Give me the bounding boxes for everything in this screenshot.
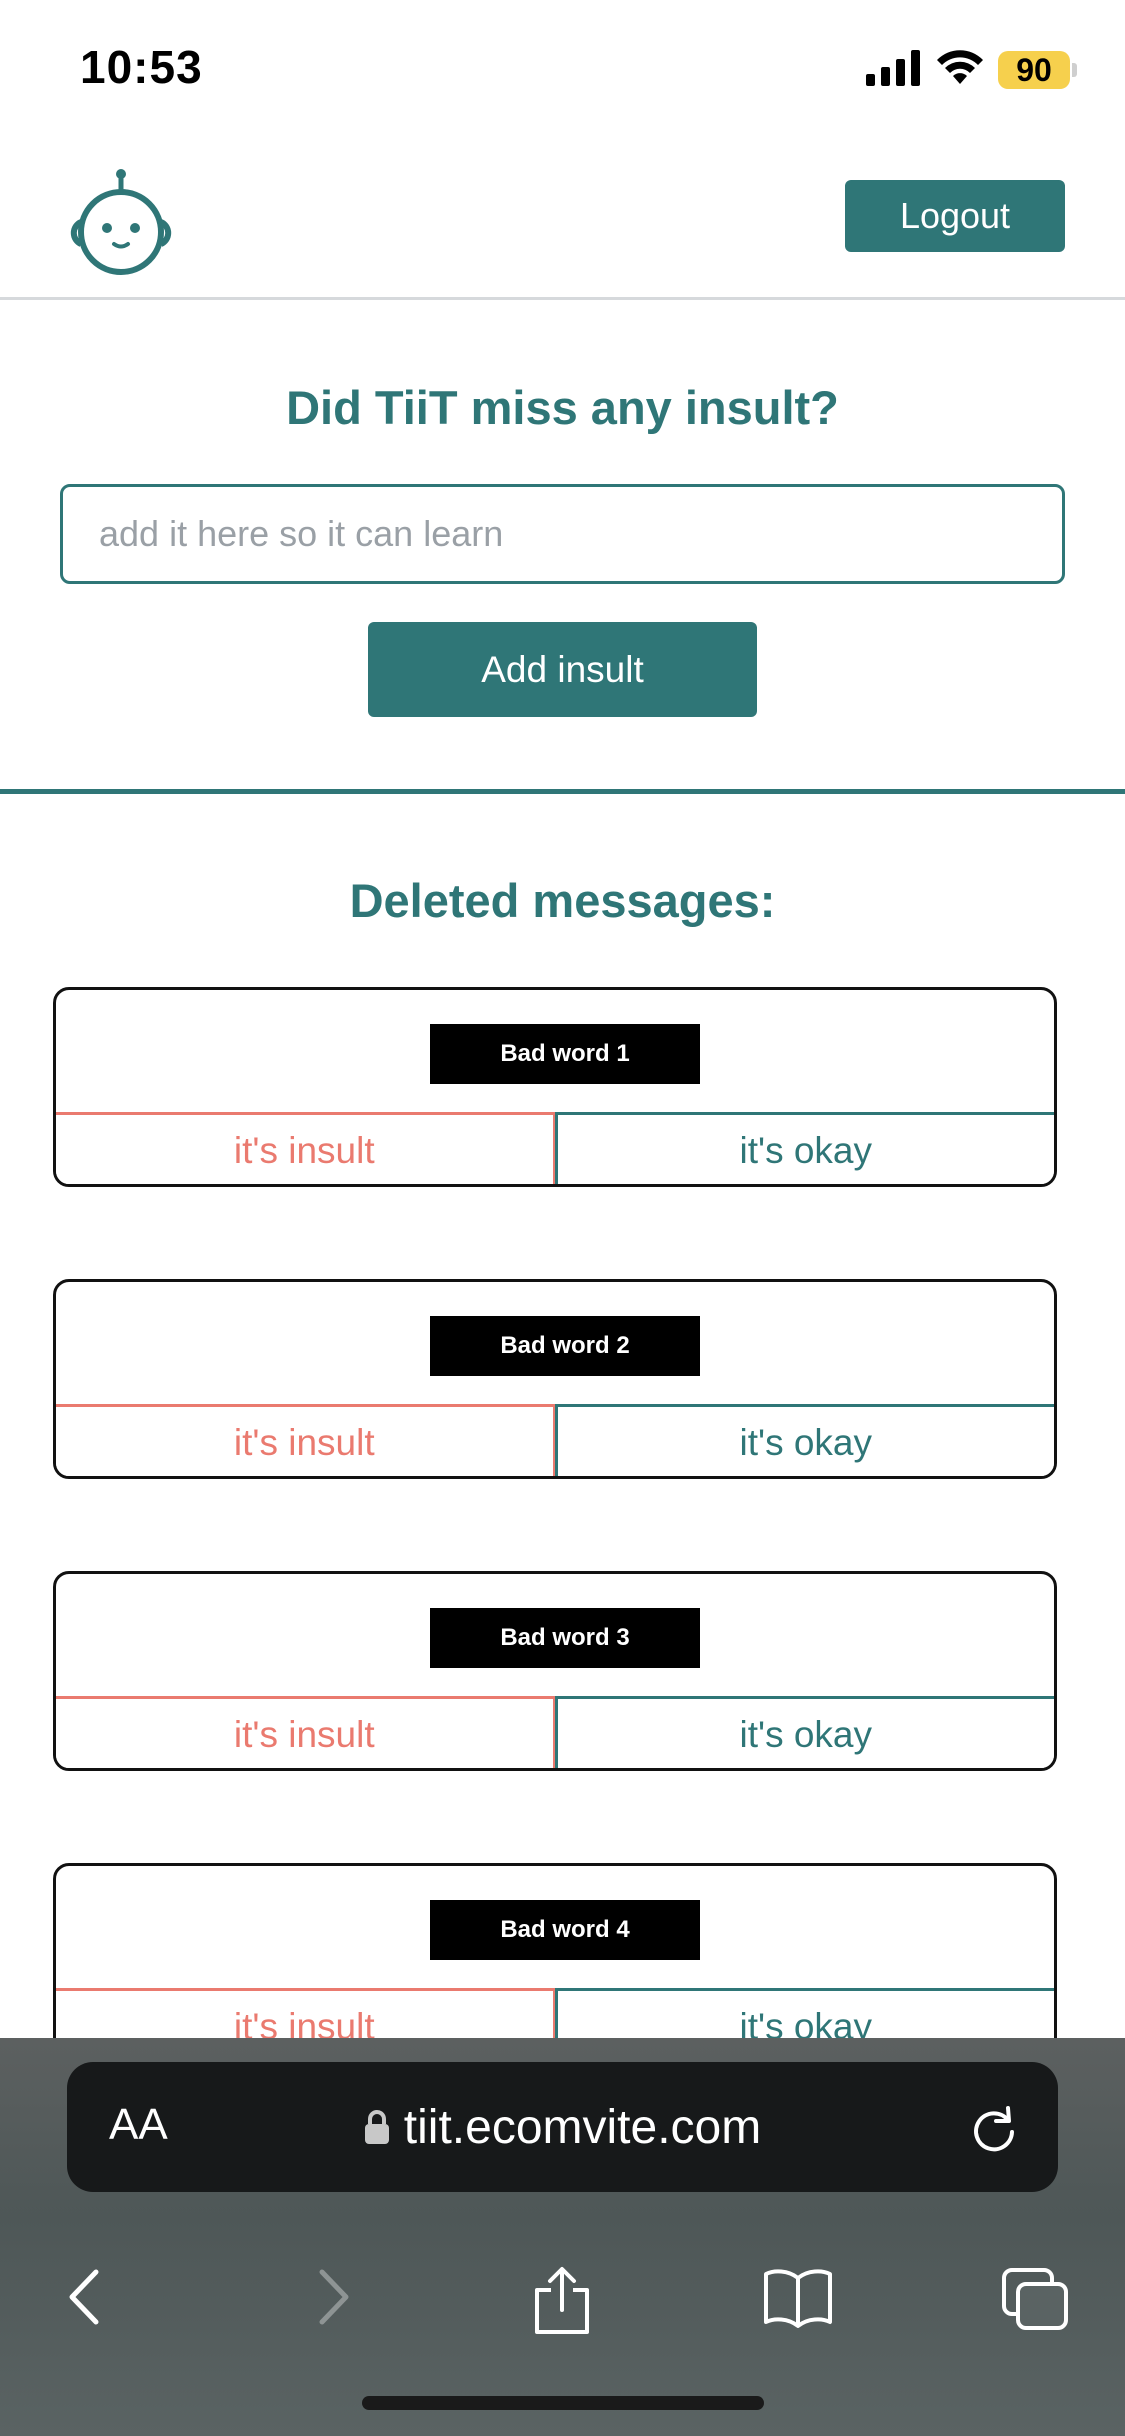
url-display[interactable]: tiit.ecomvite.com — [67, 2062, 1058, 2192]
status-icons: 90 — [866, 48, 1077, 92]
its-insult-button[interactable]: it's insult — [56, 1112, 556, 1184]
wifi-icon — [936, 49, 984, 91]
deleted-message-card: Bad word 1 it's insult it's okay — [53, 987, 1057, 1187]
bad-word-label: Bad word 1 — [430, 1024, 700, 1084]
deleted-message-card: Bad word 2 it's insult it's okay — [53, 1279, 1057, 1479]
reload-icon[interactable] — [968, 2102, 1020, 2154]
url-text: tiit.ecomvite.com — [403, 2100, 762, 2154]
home-indicator — [362, 2396, 764, 2410]
deleted-messages-list: Bad word 1 it's insult it's okay Bad wor… — [53, 987, 1057, 2155]
cellular-signal-icon — [866, 49, 922, 91]
bad-word-label: Bad word 4 — [430, 1900, 700, 1960]
status-time: 10:53 — [80, 41, 203, 93]
deleted-message-card: Bad word 4 it's insult it's okay — [53, 1863, 1057, 2063]
bad-word-label: Bad word 3 — [430, 1608, 700, 1668]
its-okay-button[interactable]: it's okay — [554, 1112, 1054, 1184]
tabs-icon[interactable] — [1000, 2266, 1068, 2330]
card-actions: it's insult it's okay — [56, 1112, 1054, 1184]
insult-input[interactable] — [60, 484, 1065, 584]
lock-icon — [364, 2109, 390, 2145]
deleted-messages-title: Deleted messages: — [349, 874, 776, 927]
app-header: Logout — [0, 150, 1125, 300]
section-divider — [0, 789, 1125, 794]
logout-button[interactable]: Logout — [845, 180, 1065, 252]
robot-logo-icon[interactable] — [58, 166, 184, 278]
battery-level: 90 — [998, 51, 1070, 89]
bookmarks-icon[interactable] — [762, 2266, 832, 2328]
insult-form-title: Did TiiT miss any insult? — [286, 381, 839, 434]
its-insult-button[interactable]: it's insult — [56, 1696, 556, 1768]
back-icon[interactable] — [56, 2266, 118, 2328]
its-okay-button[interactable]: it's okay — [554, 1404, 1054, 1476]
deleted-message-card: Bad word 3 it's insult it's okay — [53, 1571, 1057, 1771]
its-okay-button[interactable]: it's okay — [554, 1696, 1054, 1768]
card-actions: it's insult it's okay — [56, 1696, 1054, 1768]
card-actions: it's insult it's okay — [56, 1404, 1054, 1476]
battery-icon: 90 — [998, 51, 1077, 89]
its-insult-button[interactable]: it's insult — [56, 1404, 556, 1476]
share-icon[interactable] — [531, 2266, 593, 2334]
address-bar[interactable]: AA tiit.ecomvite.com — [67, 2062, 1058, 2192]
forward-icon[interactable] — [300, 2266, 362, 2328]
browser-toolbar: AA tiit.ecomvite.com — [0, 2038, 1125, 2436]
add-insult-button[interactable]: Add insult — [368, 622, 757, 717]
browser-nav-toolbar — [0, 2238, 1125, 2348]
bad-word-label: Bad word 2 — [430, 1316, 700, 1376]
status-bar: 10:53 90 — [0, 0, 1125, 132]
